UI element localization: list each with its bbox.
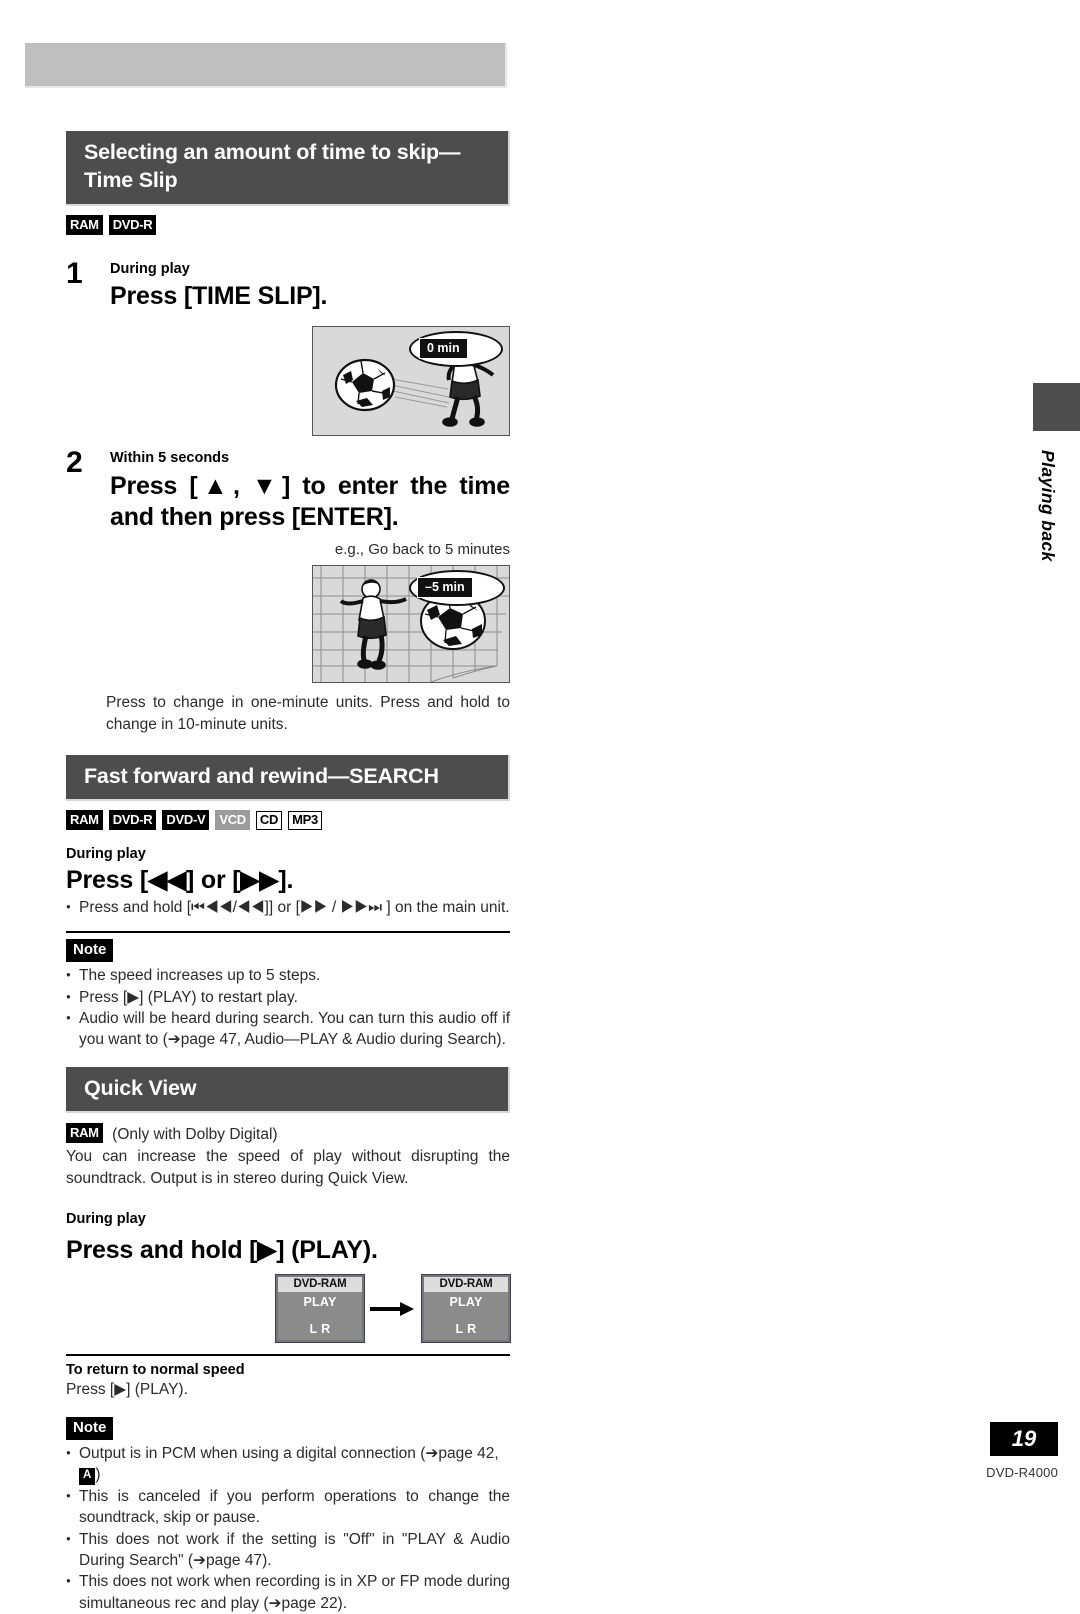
media-badge-cd: CD [255,810,283,830]
media-badge-ram: RAM [66,214,103,235]
display-status: PLAY [303,1295,337,1310]
illustration-ball-in-net: –5 min [312,565,510,684]
list-item: Press and hold [⏮◀◀/◀◀]] or [▶▶ / ▶▶⏭ ] … [66,897,510,918]
note-badge: Note [66,938,114,963]
search-notes: The speed increases up to 5 steps. Press… [66,965,510,1051]
page-number: 19 [990,1422,1058,1456]
model-number: DVD-R4000 [986,1465,1058,1480]
step-1-number: 1 [66,256,83,290]
quick-view-description: You can increase the speed of play witho… [66,1148,510,1187]
section-header-quick-view: Quick View [66,1066,510,1114]
quick-view-badge-suffix: (Only with Dolby Digital) [112,1126,278,1144]
divider-rule [66,1354,510,1357]
step-2-instruction: Press [▲, ▼] to enter the time and then … [110,471,510,531]
list-item: The speed increases up to 5 steps. [66,965,510,986]
media-badge-dvd-v: DVD-V [162,810,210,831]
search-sub-bullets: Press and hold [⏮◀◀/◀◀]] or [▶▶ / ▶▶⏭ ] … [66,897,510,918]
list-item: This does not work when recording is in … [66,1571,510,1614]
step-2: 2 Within 5 seconds Press [▲, ▼] to enter… [66,446,510,532]
media-badges-search: RAM DVD-R DVD-V VCD CD MP3 [66,810,510,831]
list-item: This does not work if the setting is "Of… [66,1529,510,1572]
page-content-column: Selecting an amount of time to skip— Tim… [66,131,511,1614]
display-transition-row: DVD-RAM PLAY L R DVD-RAM PLAY L R [66,1274,511,1344]
callout-label-0min: 0 min [419,338,468,360]
quick-view-instruction: Press and hold [▶] (PLAY). [66,1236,378,1265]
media-badge-dvd-r: DVD-R [108,810,157,831]
arrow-right-icon [370,1301,416,1316]
note-label-wrap-search: Note [66,938,510,963]
top-decorative-bar [25,43,507,88]
step-1-instruction: Press [TIME SLIP]. [110,282,328,311]
display-header: DVD-RAM [424,1277,508,1293]
display-status: PLAY [449,1295,483,1310]
media-badge-vcd: VCD [215,810,250,831]
note-badge: Note [66,1416,114,1441]
search-condition: During play [66,846,146,863]
quick-view-condition: During play [66,1211,146,1228]
illustration-2-wrap: –5 min [66,565,510,684]
display-header: DVD-RAM [278,1277,362,1293]
illustration-1-wrap: 0 min [66,326,510,437]
return-normal-speed-title: To return to normal speed [66,1362,245,1379]
list-item: Press [▶] (PLAY) to restart play. [66,987,510,1008]
media-badges-time-slip: RAM DVD-R [66,214,510,235]
section-header-time-slip: Selecting an amount of time to skip— Tim… [66,131,510,206]
side-tab-label: Playing back [1038,450,1058,562]
divider-rule [66,930,510,933]
quick-view-notes: Output is in PCM when using a digital co… [66,1443,510,1614]
display-box-before: DVD-RAM PLAY L R [275,1274,365,1344]
note-label-wrap-quick-view: Note [66,1416,510,1441]
note-tail: ) [95,1466,101,1484]
display-channels: L R [455,1322,477,1337]
note-text: Output is in PCM when using a digital co… [79,1445,499,1463]
display-channels: L R [309,1322,331,1337]
list-item: Output is in PCM when using a digital co… [66,1443,510,1486]
illustration-soccer-kick: 0 min [312,326,510,437]
step-2-number: 2 [66,446,83,480]
media-badge-ram: RAM [66,1123,103,1144]
step-2-condition: Within 5 seconds [110,450,230,467]
callout-label-minus5min: –5 min [417,577,473,599]
reference-badge-a: A [79,1468,96,1485]
section-title-search: Fast forward and rewind—SEARCH [84,763,439,788]
section-title-time-slip: Selecting an amount of time to skip— Tim… [84,140,461,193]
section-title-quick-view: Quick View [84,1075,197,1100]
step-1-condition: During play [110,260,190,277]
return-normal-speed-text: Press [▶] (PLAY). [66,1381,188,1399]
section-header-search: Fast forward and rewind—SEARCH [66,754,510,802]
display-box-after: DVD-RAM PLAY L R [421,1274,511,1344]
step-2-example: e.g., Go back to 5 minutes [334,540,510,558]
step-1: 1 During play Press [TIME SLIP]. [66,257,510,312]
media-badge-ram: RAM [66,810,103,831]
list-item: This is canceled if you perform operatio… [66,1486,510,1529]
search-instruction: Press [◀◀] or [▶▶]. [66,866,294,895]
list-item: Audio will be heard during search. You c… [66,1008,510,1051]
media-badge-dvd-r: DVD-R [108,214,157,235]
media-badge-mp3: MP3 [288,810,322,830]
side-tab-block [1033,383,1080,431]
time-slip-footnote: Press to change in one-minute units. Pre… [106,694,510,733]
quick-view-badge-line: RAM (Only with Dolby Digital) [66,1123,510,1145]
